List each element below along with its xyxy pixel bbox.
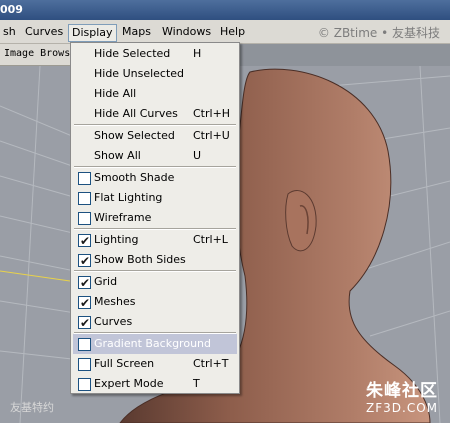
checkbox-checked[interactable] xyxy=(78,293,91,313)
menu-item-meshes[interactable]: Meshes xyxy=(73,292,237,313)
menu-item-show-all[interactable]: Show All U xyxy=(73,146,237,166)
menu-mesh[interactable]: sh xyxy=(0,24,19,42)
menu-curves[interactable]: Curves xyxy=(22,24,66,42)
checkbox-checked[interactable] xyxy=(78,231,91,251)
menu-item-curves[interactable]: Curves xyxy=(73,312,237,333)
watermark-cn: 朱峰社区 xyxy=(366,381,438,401)
checkbox[interactable] xyxy=(78,378,91,391)
menu-item-lighting[interactable]: Lighting Ctrl+L xyxy=(73,230,237,251)
image-browser-tab[interactable]: Image Brows xyxy=(0,44,80,66)
site-watermark-top: © ZBtime • 友基科技 xyxy=(317,26,440,40)
watermark-bottom-left: 友基特约 xyxy=(10,401,54,414)
menu-item-hide-unselected[interactable]: Hide Unselected xyxy=(73,64,237,84)
menu-item-expert-mode[interactable]: Expert Mode T xyxy=(73,374,237,394)
checkbox-checked[interactable] xyxy=(78,313,91,333)
axis-line xyxy=(0,270,71,282)
checkbox-checked[interactable] xyxy=(78,251,91,271)
grid-line xyxy=(369,310,450,337)
display-menu: Hide Selected H Hide Unselected Hide All… xyxy=(70,42,240,394)
checkbox[interactable] xyxy=(78,172,91,185)
watermark-en: ZF3D.COM xyxy=(366,401,438,415)
menu-display[interactable]: Display xyxy=(68,24,117,42)
menu-item-gradient-background[interactable]: Gradient Background xyxy=(73,334,237,354)
menu-help[interactable]: Help xyxy=(217,24,248,42)
menu-item-full-screen[interactable]: Full Screen Ctrl+T xyxy=(73,354,237,374)
menu-item-smooth-shade[interactable]: Smooth Shade xyxy=(73,168,237,188)
menu-item-flat-lighting[interactable]: Flat Lighting xyxy=(73,188,237,208)
title-bar: 009 xyxy=(0,0,450,20)
menu-windows[interactable]: Windows xyxy=(159,24,214,42)
image-browser-label: Image Brows xyxy=(4,48,71,59)
menu-item-wireframe[interactable]: Wireframe xyxy=(73,208,237,228)
window-title: 009 xyxy=(0,3,23,16)
menu-item-grid[interactable]: Grid xyxy=(73,272,237,293)
grid-line xyxy=(329,75,450,87)
menu-item-show-selected[interactable]: Show Selected Ctrl+U xyxy=(73,126,237,146)
checkbox[interactable] xyxy=(78,192,91,205)
checkbox[interactable] xyxy=(78,358,91,371)
grid-line xyxy=(419,66,441,423)
checkbox[interactable] xyxy=(78,212,91,225)
menu-item-hide-all-curves[interactable]: Hide All Curves Ctrl+H xyxy=(73,104,237,124)
menu-maps[interactable]: Maps xyxy=(119,24,154,42)
ear xyxy=(285,190,317,252)
menu-item-hide-all[interactable]: Hide All xyxy=(73,84,237,104)
menu-item-hide-selected[interactable]: Hide Selected H xyxy=(73,44,237,64)
menu-item-show-both-sides[interactable]: Show Both Sides xyxy=(73,250,237,271)
watermark-bottom-right: 朱峰社区 ZF3D.COM xyxy=(366,376,438,415)
grid-line xyxy=(19,66,41,423)
checkbox-checked[interactable] xyxy=(78,273,91,293)
checkbox[interactable] xyxy=(78,338,91,351)
